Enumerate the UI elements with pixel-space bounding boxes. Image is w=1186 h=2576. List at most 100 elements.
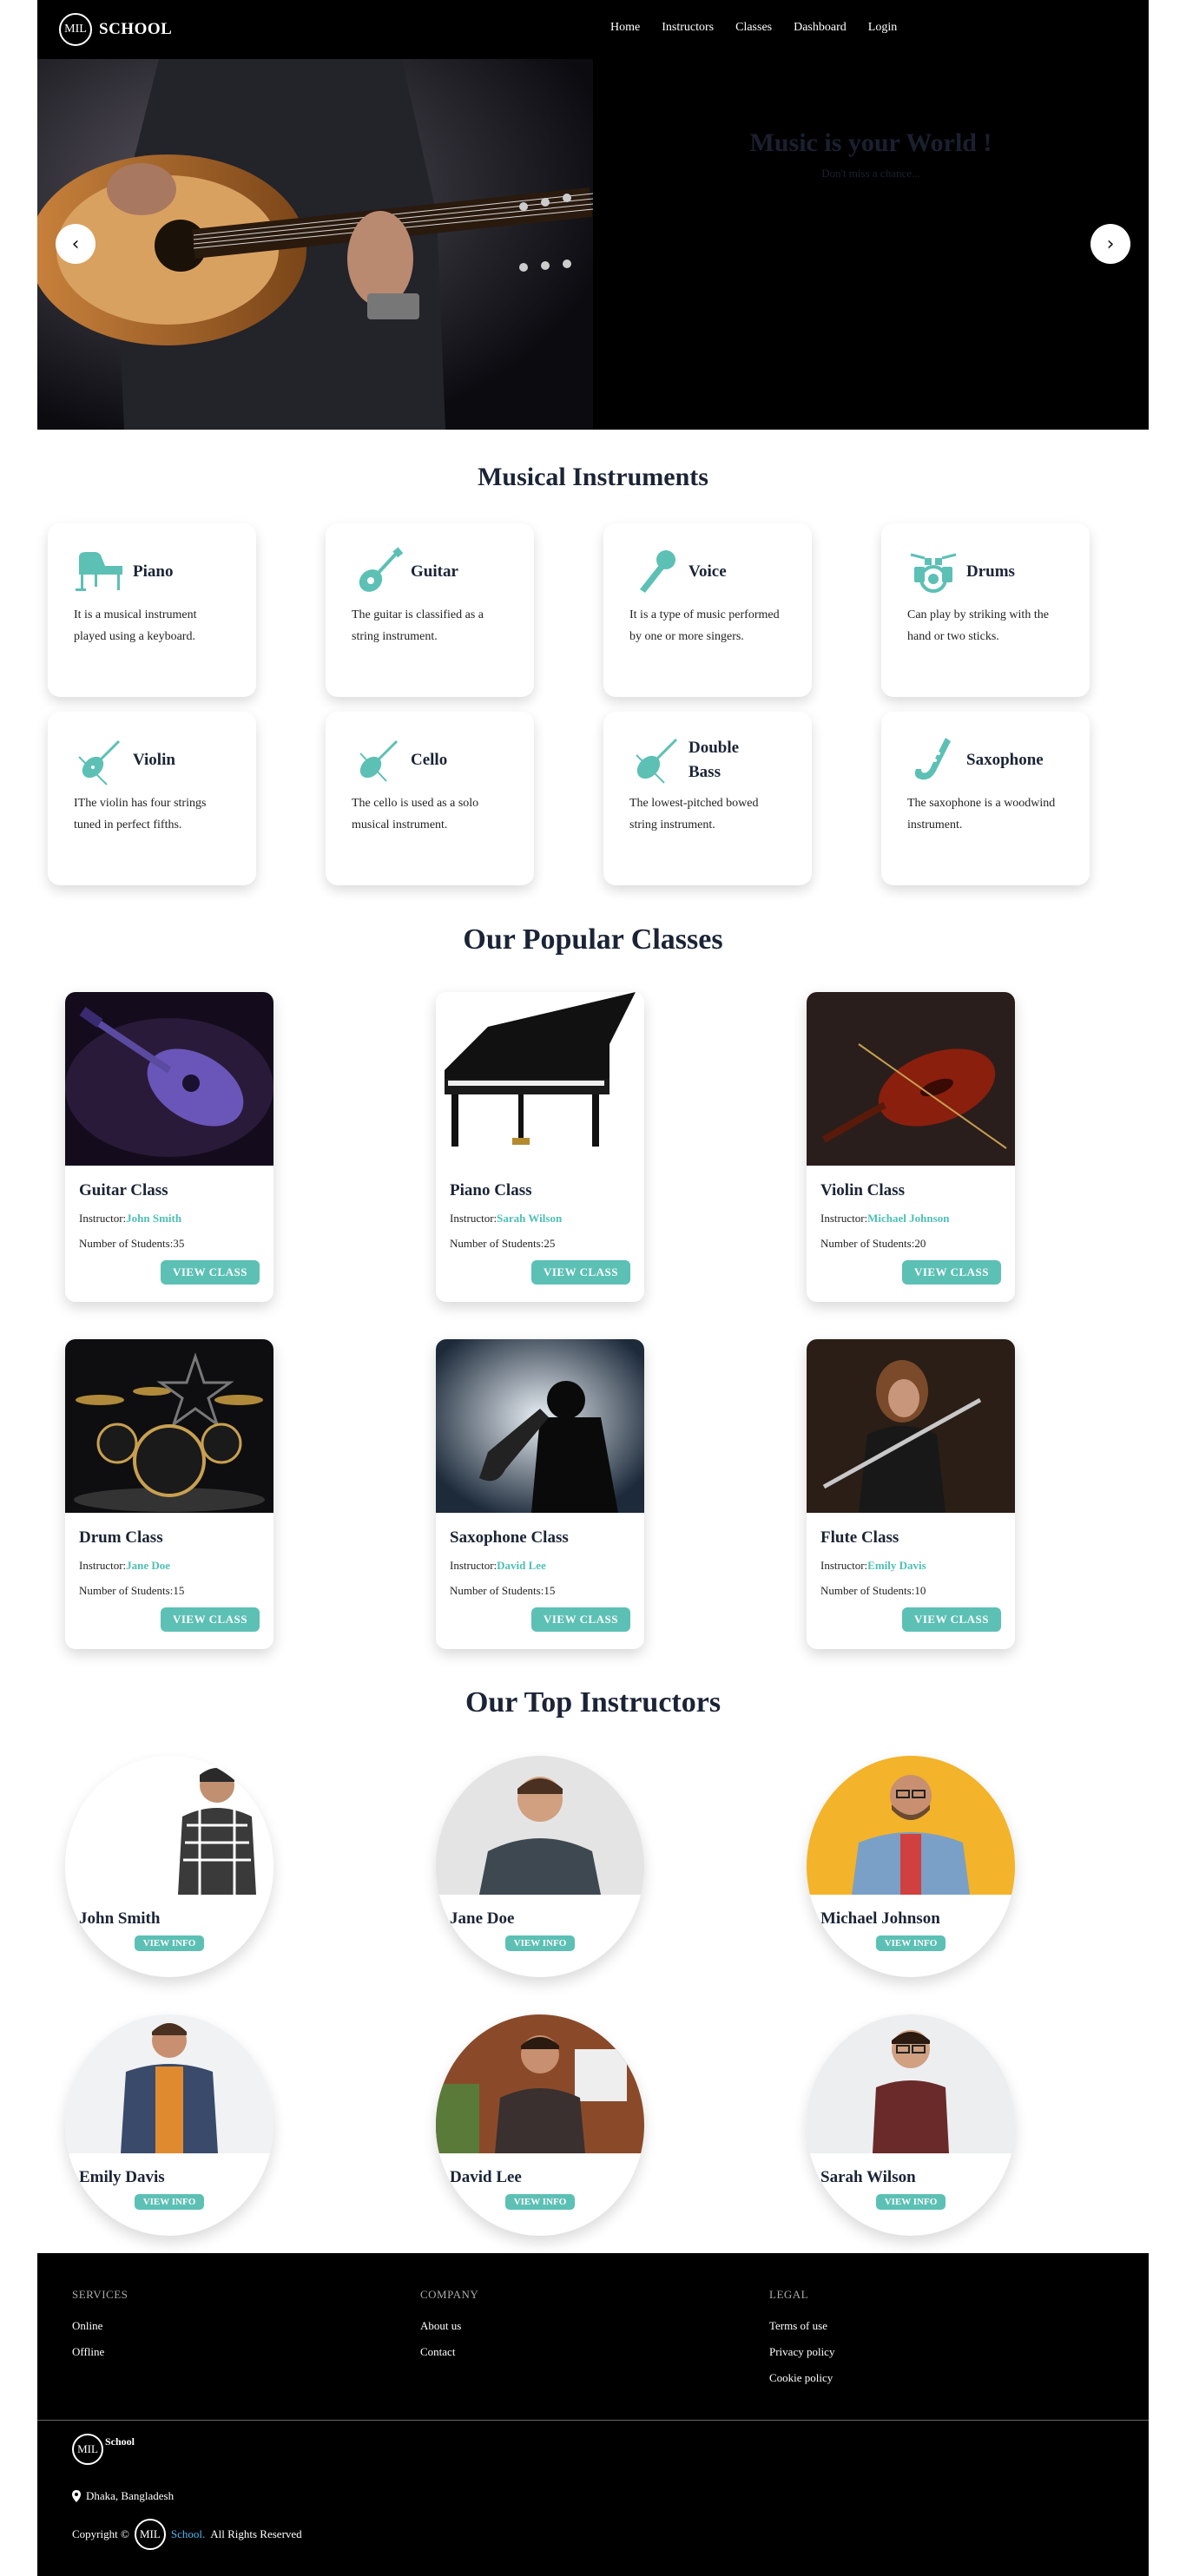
instrument-name: Violin	[133, 751, 175, 770]
class-image-flute	[807, 1339, 1015, 1513]
instructor-photo	[436, 2014, 644, 2153]
footer-copyright: Copyright © MIL School. All Rights Reser…	[72, 2519, 302, 2550]
instrument-description: It is a musical instrument played using …	[74, 608, 197, 643]
view-class-button[interactable]: VIEW CLASS	[901, 1260, 1001, 1285]
instrument-name: Saxophone	[966, 751, 1044, 770]
instructor-link[interactable]: Michael Johnson	[867, 1212, 949, 1225]
brand-name: SCHOOL	[99, 20, 173, 38]
nav-link-dashboard[interactable]: Dashboard	[794, 21, 847, 35]
footer-link-about[interactable]: About us	[420, 2319, 478, 2333]
class-students: Number of Students:10	[820, 1584, 926, 1597]
footer: SERVICES Online Offline COMPANY About us…	[37, 2253, 1149, 2576]
instructor-name: Sarah Wilson	[820, 2168, 916, 2186]
instrument-name: Voice	[689, 562, 727, 582]
instructors-section-title: Our Top Instructors	[465, 1686, 721, 1718]
view-info-button[interactable]: VIEW INFO	[505, 2194, 575, 2210]
footer-location: Dhaka, Bangladesh	[72, 2489, 174, 2503]
class-instructor: Instructor:Jane Doe	[79, 1559, 171, 1572]
view-class-button[interactable]: VIEW CLASS	[160, 1260, 260, 1285]
footer-link-privacy[interactable]: Privacy policy	[769, 2345, 834, 2359]
footer-link-cookie[interactable]: Cookie policy	[769, 2371, 834, 2385]
class-name: Drum Class	[79, 1528, 163, 1547]
instructor-photo	[436, 1756, 644, 1895]
guitar-icon	[352, 546, 404, 598]
nav-link-instructors[interactable]: Instructors	[662, 21, 714, 35]
nav-menu: Home Instructors Classes Dashboard Login	[610, 21, 919, 35]
carousel-prev-button[interactable]: ‹	[56, 224, 96, 264]
footer-logo-text: School	[105, 2435, 135, 2448]
class-instructor: Instructor:John Smith	[79, 1212, 182, 1225]
instructor-card-emily-davis: Emily Davis VIEW INFO	[65, 2014, 273, 2236]
footer-divider	[37, 2420, 1149, 2421]
violin-icon	[74, 734, 126, 786]
navbar: MIL SCHOOL Home Instructors Classes Dash…	[37, 0, 1149, 59]
footer-link-contact[interactable]: Contact	[420, 2345, 478, 2359]
instructor-card-sarah-wilson: Sarah Wilson VIEW INFO	[807, 2014, 1015, 2236]
class-image-drum	[65, 1339, 273, 1513]
double-bass-icon	[629, 734, 682, 786]
class-card-piano: Piano Class Instructor:Sarah Wilson Numb…	[436, 992, 644, 1302]
instrument-name: Cello	[411, 751, 448, 770]
brand-logo[interactable]: MIL SCHOOL	[59, 13, 172, 46]
instrument-name: Drums	[966, 562, 1015, 582]
saxophone-icon	[907, 734, 959, 786]
class-card-violin: Violin Class Instructor:Michael Johnson …	[807, 992, 1015, 1302]
copyright-suffix: All Rights Reserved	[210, 2527, 302, 2540]
view-class-button[interactable]: VIEW CLASS	[530, 1607, 630, 1632]
instructor-link[interactable]: John Smith	[126, 1212, 181, 1225]
view-class-button[interactable]: VIEW CLASS	[160, 1607, 260, 1632]
cello-icon	[352, 734, 404, 786]
footer-link-terms[interactable]: Terms of use	[769, 2319, 834, 2333]
map-pin-icon	[72, 2490, 81, 2502]
class-name: Flute Class	[820, 1528, 899, 1547]
footer-services: SERVICES Online Offline	[72, 2288, 128, 2371]
instrument-card-guitar: Guitar The guitar is classified as a str…	[326, 523, 534, 697]
instrument-card-double-bass: Double Bass The lowest-pitched bowed str…	[603, 712, 812, 885]
instructor-link[interactable]: David Lee	[497, 1559, 546, 1572]
footer-logo[interactable]: MIL School	[72, 2434, 135, 2465]
carousel-next-button[interactable]: ›	[1090, 224, 1130, 264]
instructor-name: David Lee	[450, 2168, 522, 2186]
class-instructor: Instructor:Sarah Wilson	[450, 1212, 563, 1225]
instrument-description: The cello is used as a solo musical inst…	[352, 797, 479, 831]
view-info-button[interactable]: VIEW INFO	[135, 2194, 204, 2210]
instrument-card-saxophone: Saxophone The saxophone is a woodwind in…	[881, 712, 1090, 885]
instructor-link[interactable]: Emily Davis	[867, 1559, 926, 1572]
instrument-description: The saxophone is a woodwind instrument.	[907, 797, 1056, 831]
class-students: Number of Students:25	[450, 1237, 556, 1250]
view-info-button[interactable]: VIEW INFO	[876, 1935, 946, 1951]
view-class-button[interactable]: VIEW CLASS	[901, 1607, 1001, 1632]
nav-link-home[interactable]: Home	[610, 21, 640, 35]
hero-guitarist-image	[37, 59, 593, 430]
view-info-button[interactable]: VIEW INFO	[505, 1935, 575, 1951]
view-info-button[interactable]: VIEW INFO	[135, 1935, 204, 1951]
chevron-right-icon: ›	[1106, 233, 1115, 255]
footer-heading: LEGAL	[769, 2288, 809, 2301]
footer-link-offline[interactable]: Offline	[72, 2345, 128, 2359]
nav-link-classes[interactable]: Classes	[735, 21, 772, 35]
instructor-photo	[65, 2014, 273, 2153]
instrument-card-piano: Piano It is a musical instrument played …	[48, 523, 256, 697]
footer-heading: SERVICES	[72, 2288, 128, 2301]
class-name: Violin Class	[820, 1181, 905, 1199]
view-class-button[interactable]: VIEW CLASS	[530, 1260, 630, 1285]
instructor-link[interactable]: Sarah Wilson	[497, 1212, 562, 1225]
hero-carousel: Music is your World ! Don't miss a chanc…	[37, 59, 1149, 430]
class-card-drum: Drum Class Instructor:Jane Doe Number of…	[65, 1339, 273, 1649]
instructor-link[interactable]: Jane Doe	[126, 1559, 170, 1572]
copyright-brand-link[interactable]: School.	[171, 2527, 205, 2541]
instructor-card-david-lee: David Lee VIEW INFO	[436, 2014, 644, 2236]
instructor-photo	[65, 1756, 273, 1895]
instrument-card-violin: Violin IThe violin has four strings tune…	[48, 712, 256, 885]
instrument-card-drums: Drums Can play by striking with the hand…	[881, 523, 1090, 697]
class-students: Number of Students:35	[79, 1237, 185, 1250]
view-info-button[interactable]: VIEW INFO	[876, 2194, 946, 2210]
instrument-card-voice: Voice It is a type of music performed by…	[603, 523, 812, 697]
nav-link-login[interactable]: Login	[868, 21, 897, 35]
instrument-name: Double Bass	[689, 739, 740, 781]
footer-link-online[interactable]: Online	[72, 2319, 128, 2333]
instrument-card-cello: Cello The cello is used as a solo musica…	[326, 712, 534, 885]
hero-title: Music is your World !	[749, 128, 992, 157]
class-students: Number of Students:15	[450, 1584, 556, 1597]
class-name: Saxophone Class	[450, 1528, 569, 1547]
